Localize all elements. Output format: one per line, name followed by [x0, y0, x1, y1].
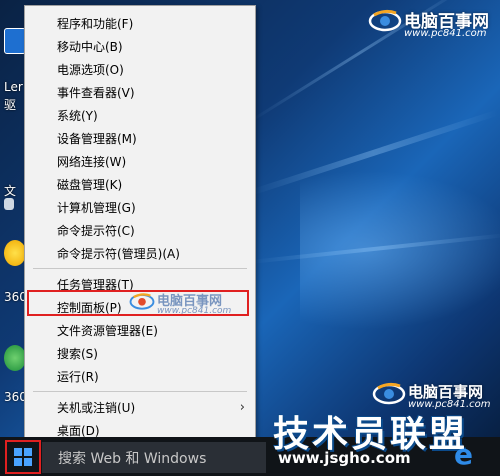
wallpaper-glow	[300, 170, 500, 330]
menu-item-device-manager[interactable]: 设备管理器(M)	[25, 128, 255, 150]
menu-item-programs-features[interactable]: 程序和功能(F)	[25, 13, 255, 35]
menu-item-run[interactable]: 运行(R)	[25, 366, 255, 388]
winx-context-menu: 程序和功能(F) 移动中心(B) 电源选项(O) 事件查看器(V) 系统(Y) …	[24, 5, 256, 442]
brand-logo-icon	[372, 382, 406, 405]
menu-item-file-explorer[interactable]: 文件资源管理器(E)	[25, 320, 255, 342]
lenovo-driver-icon	[4, 28, 26, 54]
brand-url: www.pc841.com	[157, 306, 232, 316]
brand-logo-icon	[129, 293, 155, 310]
edge-icon[interactable]: e	[454, 440, 480, 470]
menu-separator	[33, 391, 247, 392]
menu-item-system[interactable]: 系统(Y)	[25, 105, 255, 127]
document-icon	[4, 198, 14, 210]
desktop-icon-lenovo[interactable]: Ler 驱	[4, 28, 26, 112]
menu-item-computer-management[interactable]: 计算机管理(G)	[25, 197, 255, 219]
menu-item-event-viewer[interactable]: 事件查看器(V)	[25, 82, 255, 104]
menu-item-command-prompt[interactable]: 命令提示符(C)	[25, 220, 255, 242]
brand-watermark-url: www.jsgho.com	[278, 449, 411, 467]
menu-item-power-options[interactable]: 电源选项(O)	[25, 59, 255, 81]
start-button-highlight	[5, 440, 41, 474]
desktop-icon-360-b[interactable]: 360	[4, 345, 27, 404]
search-placeholder: 搜索 Web 和 Windows	[58, 451, 207, 467]
360-security-icon	[4, 240, 26, 266]
360-browser-icon	[4, 345, 26, 371]
menu-item-disk-management[interactable]: 磁盘管理(K)	[25, 174, 255, 196]
menu-item-network-connections[interactable]: 网络连接(W)	[25, 151, 255, 173]
desktop-icon-360-a[interactable]: 360	[4, 240, 27, 304]
desktop-icon-label: 文	[4, 184, 17, 198]
brand-logo-icon	[368, 9, 402, 32]
menu-item-label: 关机或注销(U)	[57, 401, 136, 415]
chevron-right-icon: ›	[239, 400, 245, 415]
desktop-icon-label: Ler	[4, 80, 23, 94]
menu-item-mobility-center[interactable]: 移动中心(B)	[25, 36, 255, 58]
desktop-icon-label: 驱	[4, 98, 17, 112]
menu-item-shutdown-signout[interactable]: 关机或注销(U) ›	[25, 397, 255, 419]
menu-item-search[interactable]: 搜索(S)	[25, 343, 255, 365]
menu-separator	[33, 268, 247, 269]
brand-url: www.pc841.com	[404, 28, 487, 39]
menu-item-command-prompt-admin[interactable]: 命令提示符(管理员)(A)	[25, 243, 255, 265]
